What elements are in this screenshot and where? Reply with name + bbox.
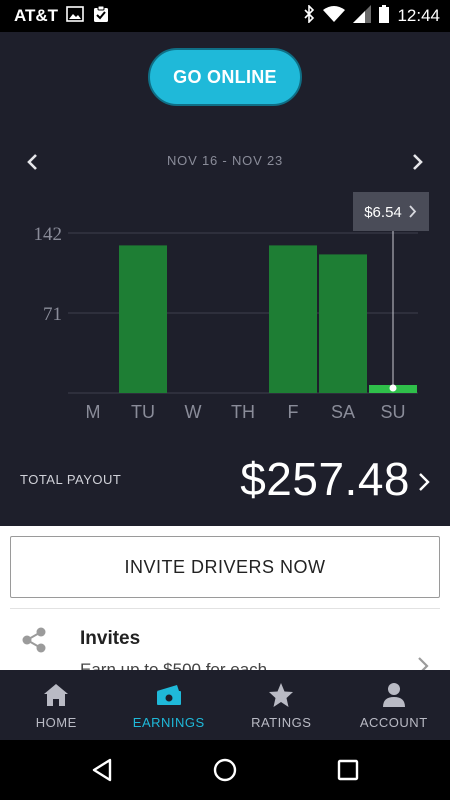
invite-section: INVITE DRIVERS NOW Invites Earn up to $5…: [0, 526, 450, 670]
earnings-panel: GO ONLINE NOV 16 - NOV 23 142 71 M TU W TH F SA…: [0, 32, 450, 526]
recents-square-icon: [338, 759, 359, 781]
home-circle-icon: [213, 758, 237, 782]
back-button[interactable]: [82, 750, 122, 790]
carrier-label: AT&T: [14, 6, 59, 25]
back-triangle-icon: [92, 758, 111, 782]
week-range-label: NOV 16 - NOV 23: [166, 153, 284, 168]
x-tick-label: M: [86, 402, 101, 422]
x-tick-label: TU: [131, 402, 155, 422]
status-bar: AT&T 12:44: [0, 0, 450, 32]
invite-drivers-button[interactable]: INVITE DRIVERS NOW: [10, 536, 440, 598]
tab-label: HOME: [35, 714, 77, 730]
tab-label: RATINGS: [251, 714, 312, 730]
home-system-button[interactable]: [205, 750, 245, 790]
y-tick-label: 71: [43, 304, 62, 325]
week-navigator: NOV 16 - NOV 23: [0, 150, 450, 174]
total-payout-row[interactable]: TOTAL PAYOUT $257.48: [0, 452, 450, 512]
y-tick-label: 142: [34, 224, 63, 245]
x-tick-label: W: [185, 402, 202, 422]
tooltip-value: $6.54: [364, 204, 402, 221]
clipboard-check-icon: [92, 5, 110, 28]
highlight-dot: [389, 384, 397, 392]
tab-home[interactable]: HOME: [0, 670, 113, 740]
bar-tu: [119, 245, 167, 393]
invites-list-item[interactable]: Invites Earn up to $500 for each: [0, 616, 450, 670]
invites-title: Invites: [80, 628, 141, 649]
go-online-button[interactable]: GO ONLINE: [148, 48, 302, 106]
star-icon: [267, 681, 295, 709]
home-icon: [42, 681, 70, 709]
tab-account[interactable]: ACCOUNT: [338, 670, 450, 740]
wifi-icon: [323, 5, 346, 27]
divider: [10, 608, 440, 609]
tab-ratings[interactable]: RATINGS: [225, 670, 338, 740]
share-icon: [22, 627, 46, 653]
chevron-right-icon: [413, 154, 423, 170]
chevron-right-icon: [419, 473, 430, 491]
bar-sa: [319, 254, 367, 393]
cell-signal-icon: [353, 4, 372, 28]
bar-f: [269, 245, 317, 393]
invites-subtitle: Earn up to $500 for each: [80, 660, 268, 670]
tab-label: EARNINGS: [132, 714, 205, 730]
earnings-icon: [155, 681, 183, 709]
total-payout-label: TOTAL PAYOUT: [20, 472, 122, 487]
x-tick-label: SU: [380, 402, 405, 422]
battery-icon: [379, 4, 390, 28]
chevron-right-icon: [418, 657, 429, 670]
tab-label: ACCOUNT: [359, 714, 428, 730]
x-tick-label: F: [288, 402, 299, 422]
recents-button[interactable]: [328, 750, 368, 790]
weekly-earnings-chart: 142 71 M TU W TH F SA SU $6.54: [34, 192, 429, 422]
tab-earnings[interactable]: EARNINGS: [113, 670, 226, 740]
image-icon: [66, 5, 84, 27]
x-tick-label: SA: [331, 402, 355, 422]
system-navigation-bar: [0, 740, 450, 800]
clock: 12:44: [397, 6, 440, 25]
next-week-button[interactable]: [406, 150, 430, 174]
bottom-navigation: HOME EARNINGS RATINGS ACCOUNT: [0, 670, 450, 740]
total-payout-amount: $257.48: [240, 453, 410, 505]
x-tick-label: TH: [231, 402, 255, 422]
account-icon: [380, 681, 408, 709]
bluetooth-icon: [303, 3, 315, 28]
